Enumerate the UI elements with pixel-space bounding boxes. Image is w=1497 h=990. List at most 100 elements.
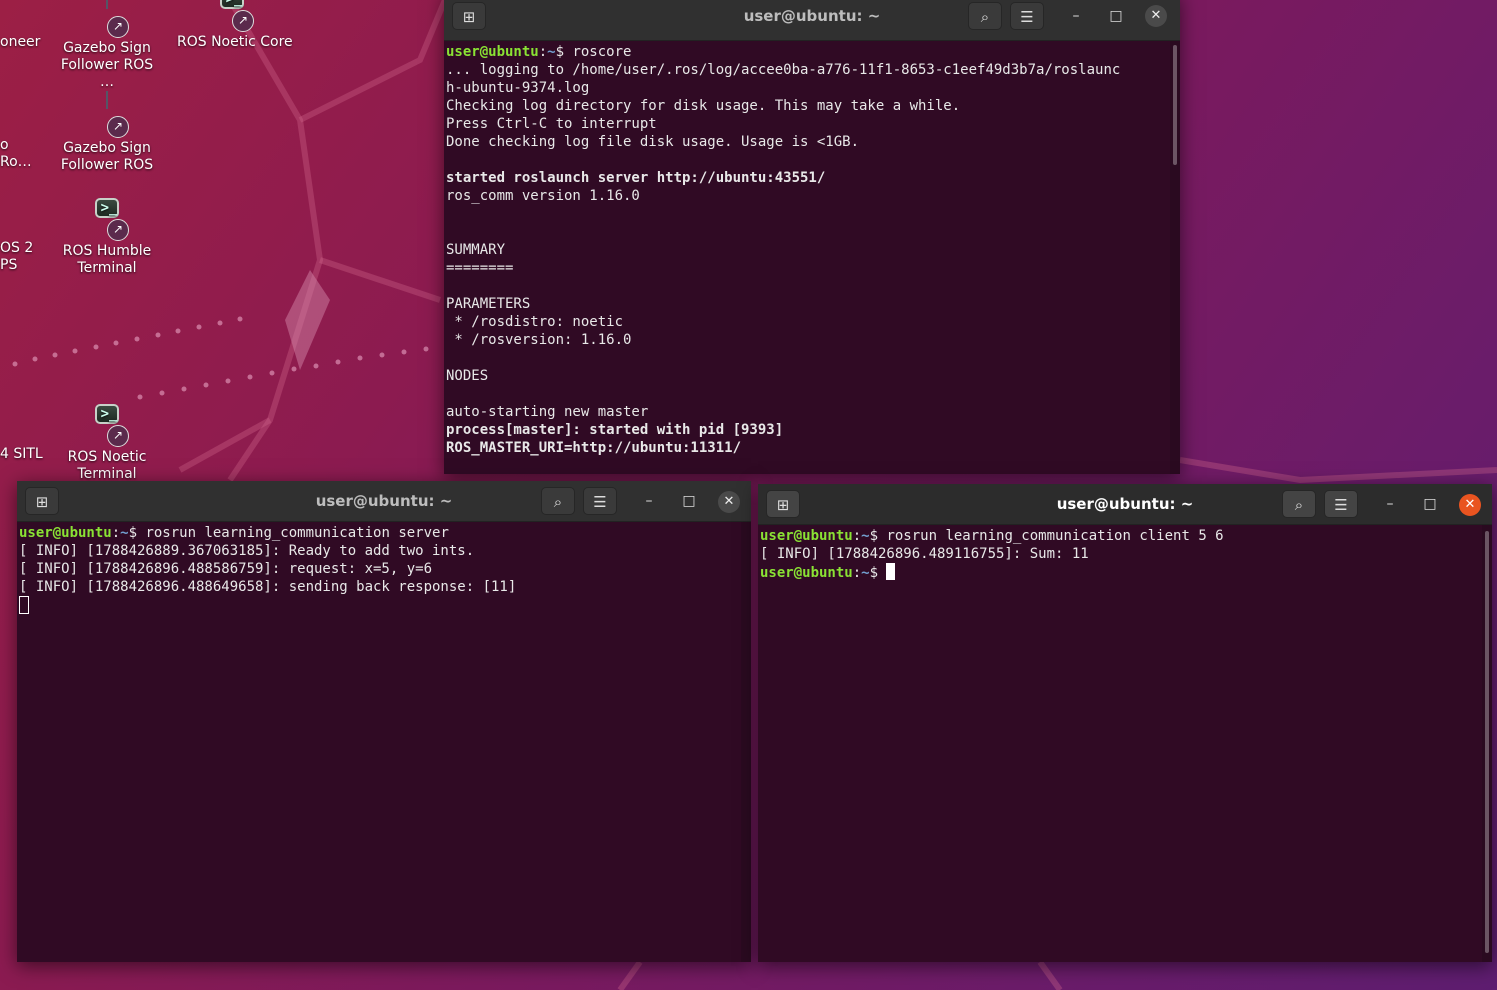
- desktop-icon-ros-humble-terminal[interactable]: >_ ↗ ROS Humble Terminal: [52, 195, 162, 277]
- minimize-button[interactable]: –: [1064, 4, 1088, 28]
- desktop-icon-ros-noetic-terminal[interactable]: >_ ↗ ROS Noetic Terminal: [52, 401, 162, 483]
- terminal-line: PARAMETERS: [446, 295, 1168, 313]
- terminal-line: NODES: [446, 367, 1168, 385]
- terminal-line: ros_comm version 1.16.0: [446, 187, 1168, 205]
- terminal-output[interactable]: user@ubuntu:~$ roscore... logging to /ho…: [444, 41, 1170, 474]
- terminal-line: [ INFO] [1788426896.489116755]: Sum: 11: [760, 545, 1480, 563]
- terminal-line: user@ubuntu:~$ rosrun learning_communica…: [19, 524, 739, 542]
- gazebo-icon: ↗: [83, 91, 131, 138]
- terminal-text: ... logging to /home/user/.ros/log/accee…: [446, 62, 1121, 78]
- desktop-icon-label-partial: PS: [0, 257, 18, 273]
- desktop-icon-label-partial: OS 2: [0, 240, 34, 256]
- terminal-cursor: [19, 596, 29, 614]
- scrollbar[interactable]: [741, 522, 751, 962]
- titlebar[interactable]: ⊞ user@ubuntu: ~ ⌕ ☰ – □ ✕: [444, 0, 1180, 41]
- terminal-text: $ roscore: [555, 44, 632, 60]
- terminal-text: :: [538, 44, 548, 60]
- terminal-line: auto-starting new master: [446, 403, 1168, 421]
- terminal-window-server[interactable]: ⊞ user@ubuntu: ~ ⌕ ☰ – □ ✕ user@ubuntu:~…: [17, 481, 751, 962]
- search-button[interactable]: ⌕: [968, 2, 1002, 30]
- prompt-user: user@ubuntu: [760, 565, 853, 581]
- desktop-icon-ros-noetic-core[interactable]: >_↗ ROS Noetic Core: [177, 0, 293, 51]
- terminal-text: $ rosrun learning_communication client 5…: [869, 528, 1224, 544]
- desktop-icon-label: Gazebo Sign Follower ROS: [60, 140, 154, 173]
- terminal-line: SUMMARY: [446, 241, 1168, 259]
- desktop-icon-gazebo-sign-follower-2[interactable]: ↗ Gazebo Sign Follower ROS: [52, 91, 162, 174]
- maximize-button[interactable]: □: [677, 489, 701, 513]
- terminal-text: [ INFO] [1788426896.489116755]: Sum: 11: [760, 546, 1089, 562]
- terminal-line: ROS_MASTER_URI=http://ubuntu:11311/: [446, 439, 1168, 457]
- shortcut-arrow-icon: ↗: [107, 425, 129, 447]
- terminal-line: Press Ctrl-C to interrupt: [446, 115, 1168, 133]
- terminal-text: :: [852, 528, 862, 544]
- maximize-button[interactable]: □: [1104, 4, 1128, 28]
- terminal-line: [ INFO] [1788426896.488586759]: request:…: [19, 560, 739, 578]
- terminal-line: * /rosdistro: noetic: [446, 313, 1168, 331]
- scrollbar[interactable]: [1170, 41, 1180, 474]
- menu-button[interactable]: ☰: [583, 487, 617, 515]
- search-button[interactable]: ⌕: [1282, 490, 1316, 518]
- shortcut-arrow-icon: ↗: [107, 16, 129, 38]
- terminal-window-client[interactable]: ⊞ user@ubuntu: ~ ⌕ ☰ – □ ✕ user@ubuntu:~…: [758, 484, 1492, 962]
- terminal-output[interactable]: user@ubuntu:~$ rosrun learning_communica…: [17, 522, 741, 962]
- desktop-icon-label-partial: oneer: [0, 34, 41, 50]
- titlebar[interactable]: ⊞ user@ubuntu: ~ ⌕ ☰ – □ ✕: [758, 484, 1492, 525]
- new-tab-button[interactable]: ⊞: [766, 490, 800, 518]
- terminal-text: [ INFO] [1788426896.488586759]: request:…: [19, 561, 433, 577]
- terminal-text: Done checking log file disk usage. Usage…: [446, 134, 860, 150]
- new-tab-button[interactable]: ⊞: [452, 2, 486, 30]
- prompt-path: ~: [861, 565, 870, 581]
- terminal-line: user@ubuntu:~$: [760, 563, 1480, 582]
- search-button[interactable]: ⌕: [541, 487, 575, 515]
- minimize-button[interactable]: –: [637, 489, 661, 513]
- terminal-text: [ INFO] [1788426896.488649658]: sending …: [19, 579, 517, 595]
- terminal-text: Press Ctrl-C to interrupt: [446, 116, 657, 132]
- prompt-user: user@ubuntu: [446, 44, 539, 60]
- shortcut-arrow-icon: ↗: [107, 116, 129, 138]
- prompt-path: ~: [547, 44, 556, 60]
- prompt-path: ~: [861, 528, 870, 544]
- terminal-text: * /rosdistro: noetic: [446, 314, 624, 330]
- scrollbar-thumb[interactable]: [1485, 531, 1489, 953]
- terminal-text: :: [111, 525, 121, 541]
- menu-button[interactable]: ☰: [1010, 2, 1044, 30]
- terminal-text: SUMMARY: [446, 242, 506, 258]
- terminal-line: h-ubuntu-9374.log: [446, 79, 1168, 97]
- new-tab-button[interactable]: ⊞: [25, 487, 59, 515]
- titlebar[interactable]: ⊞ user@ubuntu: ~ ⌕ ☰ – □ ✕: [17, 481, 751, 522]
- terminal-line: user@ubuntu:~$ roscore: [446, 43, 1168, 61]
- terminal-text: process[master]: started with pid [9393]: [446, 422, 784, 438]
- terminal-line: [ INFO] [1788426889.367063185]: Ready to…: [19, 542, 739, 560]
- terminal-line: ========: [446, 259, 1168, 277]
- desktop-icon-label: Gazebo Sign Follower ROS …: [60, 40, 154, 90]
- minimize-button[interactable]: –: [1378, 492, 1402, 516]
- terminal-cursor: [886, 563, 896, 580]
- desktop-icon-label-partial: 4 SITL: [0, 446, 43, 462]
- desktop-icon-gazebo-sign-follower-1[interactable]: ↗ Gazebo Sign Follower ROS …: [52, 0, 162, 91]
- close-button[interactable]: ✕: [1145, 5, 1167, 27]
- terminal-output[interactable]: user@ubuntu:~$ rosrun learning_communica…: [758, 525, 1482, 962]
- terminal-text: [ INFO] [1788426889.367063185]: Ready to…: [19, 543, 475, 559]
- terminal-text: :: [852, 565, 862, 581]
- terminal-text: $: [869, 565, 887, 581]
- terminal-text: Checking log directory for disk usage. T…: [446, 98, 961, 114]
- terminal-window-roscore[interactable]: ⊞ user@ubuntu: ~ ⌕ ☰ – □ ✕ user@ubuntu:~…: [444, 0, 1180, 474]
- scrollbar[interactable]: [1482, 525, 1492, 962]
- close-button[interactable]: ✕: [718, 491, 740, 513]
- terminal-app-icon: >_↗: [83, 401, 131, 447]
- maximize-button[interactable]: □: [1418, 492, 1442, 516]
- menu-button[interactable]: ☰: [1324, 490, 1358, 518]
- terminal-app-icon: >_↗: [208, 0, 256, 32]
- desktop-icon-label-partial: o: [0, 137, 9, 153]
- terminal-text: ========: [446, 260, 514, 276]
- desktop-icon-label: ROS Noetic Core: [177, 34, 293, 50]
- terminal-line: Checking log directory for disk usage. T…: [446, 97, 1168, 115]
- close-button[interactable]: ✕: [1459, 494, 1481, 516]
- terminal-text: * /rosversion: 1.16.0: [446, 332, 632, 348]
- scrollbar-thumb[interactable]: [1173, 45, 1177, 165]
